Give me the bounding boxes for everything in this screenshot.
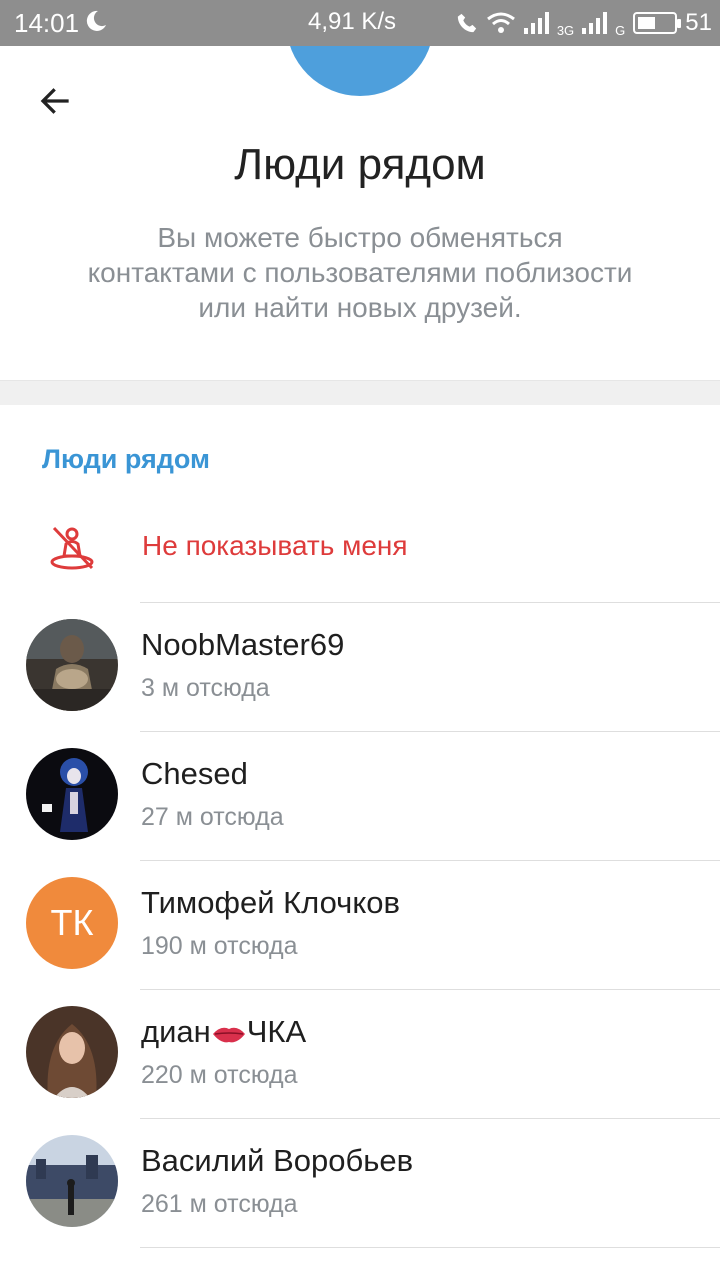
network-3g-label: 3G [556,23,575,38]
network-g-label: G [615,23,626,38]
person-name: Тимофей Клочков [141,885,400,920]
lips-emoji-icon [212,1027,245,1043]
person-distance: 190 м отсюда [141,932,298,960]
person-row[interactable]: Chesed 27 м отсюда [0,732,720,861]
signal-bars-icon [523,12,549,34]
person-row[interactable]: диан ЧКА 220 м отсюда [0,990,720,1119]
avatar [26,748,118,840]
status-icons: 3G G 51 [456,8,712,38]
person-row[interactable]: ТК Тимофей Клочков 190 м отсюда [0,861,720,990]
net-speed: 4,91 K/s [308,8,397,35]
person-name: Chesed [141,756,248,791]
wifi-icon [486,12,515,33]
section-divider [0,380,720,405]
person-row[interactable]: NoobMaster69 3 м отсюда [0,603,720,732]
page-description: Вы можете быстро обменяться контактами с… [87,222,633,323]
battery-icon [633,12,682,34]
moon-icon [86,10,106,31]
hide-me-label: Не показывать меня [142,530,408,561]
person-name-part: диан [141,1014,211,1049]
avatar-initials: ТК [26,877,118,969]
avatar [26,619,118,711]
person-name: Василий Воробьев [141,1143,414,1178]
back-arrow-icon [40,88,69,114]
avatar: ТК [26,877,118,969]
phone-icon [457,13,476,33]
person-distance: 220 м отсюда [141,1061,298,1089]
person-distance: 261 м отсюда [141,1190,298,1218]
person-distance: 3 м отсюда [141,674,270,702]
battery-level: 51 [685,9,712,36]
person-name-part: ЧКА [246,1014,307,1049]
person-row[interactable]: Василий Воробьев 261 м отсюда [0,1119,720,1248]
page-title: Люди рядом [234,140,486,189]
status-time: 14:01 [14,8,80,38]
avatar [26,1135,118,1227]
person-distance: 27 м отсюда [141,803,284,831]
people-list: NoobMaster69 3 м отсюда Chesed 27 м отсю… [0,603,720,1248]
status-bar: 14:01 4,91 K/s 3G G 51 [0,0,720,46]
location-off-icon [50,526,94,570]
hide-me-button[interactable]: Не показывать меня [0,508,720,602]
back-button[interactable] [30,76,80,126]
section-header: Люди рядом [42,444,211,474]
divider [140,1247,720,1248]
signal-bars-icon [582,12,608,34]
avatar [26,1006,118,1098]
person-name: диан ЧКА [141,1014,306,1050]
person-name: NoobMaster69 [141,627,345,662]
